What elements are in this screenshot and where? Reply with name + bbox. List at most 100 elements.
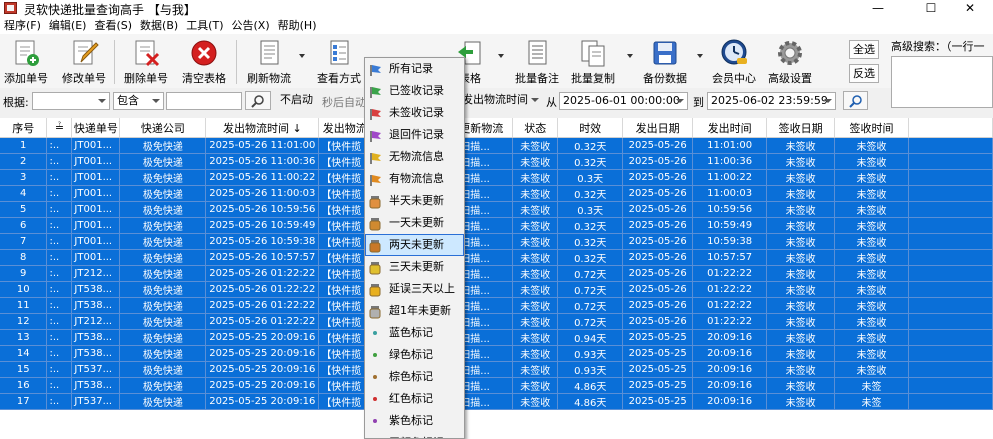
column-header[interactable]: 签收时间 bbox=[834, 118, 909, 138]
table-cell[interactable]: 2025-05-26 11:00:03 bbox=[205, 185, 320, 202]
table-cell[interactable]: 2025-05-26 11:00:36 bbox=[205, 153, 320, 170]
table-cell[interactable]: 0.32天 bbox=[557, 217, 624, 234]
table-cell[interactable]: 2025-05-25 20:09:16 bbox=[205, 345, 320, 362]
menu-item[interactable]: 超1年未更新 bbox=[365, 300, 464, 322]
table-cell[interactable]: 未签收 bbox=[512, 137, 559, 154]
menu-item[interactable]: 退回件记录 bbox=[365, 124, 464, 146]
table-cell[interactable]: 未签收 bbox=[766, 201, 836, 218]
table-cell[interactable]: 2025-05-25 20:09:16 bbox=[205, 393, 320, 410]
column-header[interactable]: 发出物流 bbox=[318, 118, 372, 138]
table-cell[interactable]: 2025-05-26 bbox=[622, 265, 694, 282]
table-cell[interactable]: 0.72天 bbox=[557, 313, 624, 330]
table-cell[interactable]: 未签收 bbox=[834, 297, 909, 314]
column-header[interactable]: 快递单号 bbox=[71, 118, 121, 138]
table-cell[interactable]: 未签收 bbox=[834, 137, 909, 154]
table-row[interactable]: 16:.. JT538... 极免快递 2025-05-25 20:09:16 【快件揽… bbox=[0, 377, 993, 394]
table-cell[interactable]: JT212... bbox=[71, 265, 121, 282]
table-cell[interactable]: 【快件揽 bbox=[318, 281, 372, 298]
row-number-cell[interactable]: 5 bbox=[0, 201, 48, 218]
table-cell[interactable]: 【快件揽 bbox=[318, 233, 372, 250]
table-cell[interactable]: 未签收 bbox=[834, 153, 909, 170]
table-cell[interactable]: 【快件揽 bbox=[318, 345, 372, 362]
table-cell[interactable]: 未签收 bbox=[766, 393, 836, 410]
table-cell[interactable]: 2025-05-26 bbox=[622, 217, 694, 234]
table-cell[interactable]: 未签收 bbox=[834, 345, 909, 362]
row-number-cell[interactable]: 11 bbox=[0, 297, 48, 314]
table-cell[interactable]: 2025-05-26 10:59:38 bbox=[205, 233, 320, 250]
column-header[interactable]: 快递公司 bbox=[119, 118, 207, 138]
table-cell[interactable]: 未签收 bbox=[512, 217, 559, 234]
table-cell[interactable]: 0.93天 bbox=[557, 361, 624, 378]
table-cell[interactable]: 未签收 bbox=[766, 377, 836, 394]
table-cell[interactable]: :.. bbox=[46, 233, 73, 250]
row-number-cell[interactable]: 8 bbox=[0, 249, 48, 266]
table-cell[interactable]: 2025-05-26 bbox=[622, 281, 694, 298]
menu-edit[interactable]: 编辑(E) bbox=[45, 17, 91, 34]
batch-copy-button[interactable]: 批量复制 bbox=[570, 38, 616, 86]
table-row[interactable]: 10:.. JT538... 极免快递 2025-05-26 01:22:22 【快件揽… bbox=[0, 281, 993, 298]
table-row[interactable]: 7:..JT001...极免快递2025-05-26 10:59:38【快件揽 1… bbox=[0, 233, 993, 250]
table-cell[interactable]: 11:01:00 bbox=[692, 137, 768, 154]
table-cell[interactable]: 未签 bbox=[834, 393, 909, 410]
table-cell[interactable]: 10:59:38 bbox=[692, 233, 768, 250]
table-cell[interactable]: 未签收 bbox=[766, 185, 836, 202]
table-cell[interactable]: 2025-05-25 20:09:16 bbox=[205, 361, 320, 378]
table-cell[interactable]: 未签收 bbox=[512, 313, 559, 330]
menu-notice[interactable]: 公告(X) bbox=[228, 17, 274, 34]
to-datetime-input[interactable]: 2025-06-02 23:59:59 bbox=[707, 92, 836, 110]
table-cell[interactable]: 未签收 bbox=[512, 361, 559, 378]
table-cell[interactable]: :.. bbox=[46, 361, 73, 378]
menu-item[interactable]: 未签收记录 bbox=[365, 102, 464, 124]
table-cell[interactable]: 【快件揽 bbox=[318, 217, 372, 234]
table-row[interactable]: 4:..JT001...极免快递2025-05-26 11:00:03【快件揽 1… bbox=[0, 185, 993, 202]
chevron-down-icon[interactable] bbox=[697, 54, 703, 58]
table-cell[interactable]: 2025-05-26 bbox=[622, 153, 694, 170]
date-search-button[interactable] bbox=[843, 91, 868, 110]
menu-item[interactable]: 绿色标记 bbox=[365, 344, 464, 366]
table-cell[interactable]: 0.72天 bbox=[557, 265, 624, 282]
table-cell[interactable]: 20:09:16 bbox=[692, 393, 768, 410]
table-cell[interactable]: 01:22:22 bbox=[692, 265, 768, 282]
table-cell[interactable]: JT001... bbox=[71, 217, 121, 234]
table-cell[interactable]: 【快件揽 bbox=[318, 137, 372, 154]
column-header[interactable]: ≟ bbox=[46, 118, 73, 138]
table-row[interactable]: 12:.. JT212... 极免快递 2025-05-26 01:22:22 【快件揽… bbox=[0, 313, 993, 330]
table-cell[interactable]: :.. bbox=[46, 217, 73, 234]
table-row[interactable]: 9:..JT212...极免快递2025-05-26 01:22:22【快件揽1… bbox=[0, 265, 993, 282]
table-cell[interactable]: 0.3天 bbox=[557, 169, 624, 186]
table-cell[interactable]: 未签收 bbox=[766, 265, 836, 282]
table-cell[interactable]: 极免快递 bbox=[119, 361, 207, 378]
table-cell[interactable]: :.. bbox=[46, 137, 73, 154]
table-cell[interactable]: 2025-05-25 bbox=[622, 377, 694, 394]
table-cell[interactable]: 2025-05-26 10:57:57 bbox=[205, 249, 320, 266]
table-cell[interactable]: 11:00:22 bbox=[692, 169, 768, 186]
table-cell[interactable]: 极免快递 bbox=[119, 345, 207, 362]
row-number-cell[interactable]: 2 bbox=[0, 153, 48, 170]
add-button[interactable]: 添加单号 bbox=[4, 38, 48, 86]
row-number-cell[interactable]: 3 bbox=[0, 169, 48, 186]
table-cell[interactable]: JT001... bbox=[71, 169, 121, 186]
row-number-cell[interactable]: 9 bbox=[0, 265, 48, 282]
table-cell[interactable]: 极免快递 bbox=[119, 153, 207, 170]
member-center-button[interactable]: 会员中心 bbox=[710, 38, 758, 86]
keyword-input[interactable] bbox=[166, 92, 242, 110]
table-cell[interactable]: 【快件揽 bbox=[318, 329, 372, 346]
table-cell[interactable]: :.. bbox=[46, 313, 73, 330]
menu-item[interactable]: 一天未更新 bbox=[365, 212, 464, 234]
table-row[interactable]: 8:..JT001...极免快递2025-05-26 10:57:57【快件揽 1… bbox=[0, 249, 993, 266]
table-cell[interactable]: 未签收 bbox=[512, 169, 559, 186]
table-cell[interactable]: :.. bbox=[46, 281, 73, 298]
table-cell[interactable]: 【快件揽 bbox=[318, 361, 372, 378]
table-cell[interactable]: 未签收 bbox=[766, 137, 836, 154]
edit-button[interactable]: 修改单号 bbox=[62, 38, 106, 86]
table-cell[interactable]: 2025-05-26 11:01:00 bbox=[205, 137, 320, 154]
table-cell[interactable]: 极免快递 bbox=[119, 249, 207, 266]
table-cell[interactable]: JT001... bbox=[71, 233, 121, 250]
table-cell[interactable]: 未签收 bbox=[834, 201, 909, 218]
table-cell[interactable]: JT538... bbox=[71, 345, 121, 362]
table-cell[interactable]: 01:22:22 bbox=[692, 281, 768, 298]
table-cell[interactable]: 未签收 bbox=[512, 393, 559, 410]
table-cell[interactable]: 2025-05-25 20:09:16 bbox=[205, 377, 320, 394]
table-cell[interactable]: :.. bbox=[46, 153, 73, 170]
table-cell[interactable]: 未签收 bbox=[766, 281, 836, 298]
